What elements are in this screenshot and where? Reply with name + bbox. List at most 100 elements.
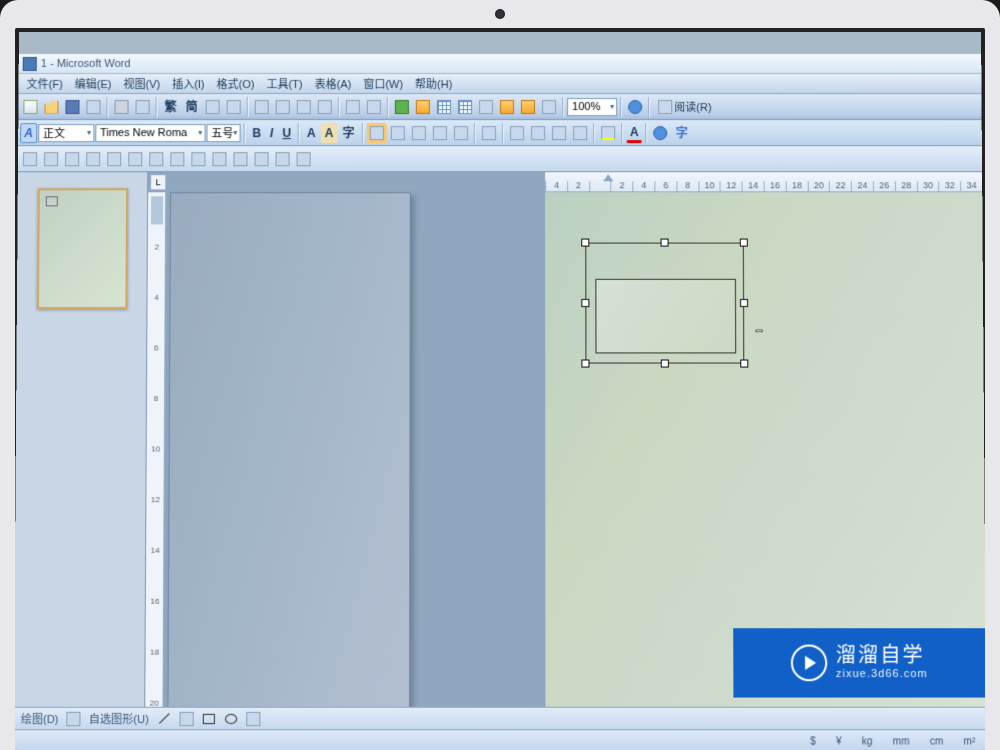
more-contrast-button[interactable] — [62, 149, 82, 169]
tc-button[interactable]: 繁 — [161, 97, 181, 117]
menu-tools[interactable]: 工具(T) — [260, 74, 308, 94]
hyperlink-button[interactable] — [392, 97, 412, 117]
align-right-button[interactable] — [409, 123, 429, 143]
menu-window[interactable]: 窗口(W) — [357, 74, 409, 94]
highlight-button[interactable] — [598, 123, 618, 143]
print-button[interactable] — [111, 97, 131, 117]
less-bright-button[interactable] — [125, 149, 145, 169]
phonetic-button[interactable]: 字 — [672, 123, 692, 143]
permission-button[interactable] — [83, 97, 103, 117]
tab-selector[interactable]: L — [150, 174, 166, 190]
menu-edit[interactable]: 编辑(E) — [69, 74, 118, 94]
crop-button[interactable] — [146, 149, 166, 169]
bold-button[interactable]: B — [248, 123, 265, 143]
compress-button[interactable] — [209, 149, 229, 169]
line-button[interactable] — [154, 708, 174, 728]
transparent-button[interactable] — [273, 149, 293, 169]
line-style-button[interactable] — [188, 149, 208, 169]
numbering-button[interactable] — [507, 123, 527, 143]
align-distribute-button[interactable] — [451, 123, 471, 143]
rectangle-button[interactable] — [198, 708, 218, 728]
resize-handle-b[interactable] — [661, 359, 669, 367]
redo-button[interactable] — [364, 97, 384, 117]
outdent-button[interactable] — [549, 123, 569, 143]
oval-button[interactable] — [221, 708, 241, 728]
draw-menu[interactable]: 绘图(D) — [18, 710, 62, 726]
more-bright-button[interactable] — [104, 149, 124, 169]
textbox-button[interactable] — [243, 708, 263, 728]
asian-layout-button[interactable] — [651, 123, 671, 143]
underline-button[interactable]: U — [278, 123, 295, 143]
zoom-combo[interactable]: 100% — [567, 98, 617, 116]
resize-handle-bl[interactable] — [581, 359, 589, 367]
formatpainter-button[interactable] — [315, 97, 335, 117]
selected-shape-group[interactable]: ⇔ — [585, 243, 744, 364]
page-thumbnail-1[interactable] — [36, 188, 127, 309]
tables-borders-button[interactable] — [413, 97, 433, 117]
insert-excel-button[interactable] — [455, 97, 475, 117]
color-button[interactable] — [41, 149, 61, 169]
resize-handle-br[interactable] — [740, 359, 748, 367]
spelling-button[interactable] — [203, 97, 223, 117]
indent-button[interactable] — [570, 123, 590, 143]
size-combo[interactable]: 五号 — [206, 124, 240, 142]
columns-button[interactable] — [476, 97, 496, 117]
showmarks-button[interactable] — [539, 97, 559, 117]
font-combo[interactable]: Times New Roma — [95, 124, 205, 142]
insert-picture-button[interactable] — [20, 149, 40, 169]
reset-button[interactable] — [294, 149, 314, 169]
rotate-left-button[interactable] — [167, 149, 187, 169]
cut-button[interactable] — [252, 97, 272, 117]
resize-handle-l[interactable] — [581, 299, 589, 307]
preview-button[interactable] — [133, 97, 153, 117]
text-wrap-button[interactable] — [230, 149, 250, 169]
style-combo[interactable]: 正文 — [38, 124, 94, 142]
horizontal-ruler[interactable]: 4 2 2 4 6 8 10 12 14 16 — [545, 172, 982, 192]
format-object-button[interactable] — [251, 149, 271, 169]
sc-button[interactable]: 简 — [182, 97, 202, 117]
vertical-ruler[interactable]: 2 4 6 8 10 12 14 16 18 20 — [145, 192, 166, 750]
research-button[interactable] — [224, 97, 244, 117]
print-layout-page[interactable] — [167, 192, 411, 750]
autoshapes-menu[interactable]: 自选图形(U) — [86, 710, 152, 726]
menu-help[interactable]: 帮助(H) — [409, 74, 458, 94]
font-color-button[interactable]: A — [626, 123, 643, 143]
copy-button[interactable] — [273, 97, 293, 117]
bullets-button[interactable] — [528, 123, 548, 143]
resize-handle-tl[interactable] — [581, 239, 589, 247]
menu-format[interactable]: 格式(O) — [210, 74, 260, 94]
docmap-button[interactable] — [518, 97, 538, 117]
resize-handle-t[interactable] — [661, 239, 669, 247]
read-button[interactable]: 阅读(R) — [653, 97, 716, 117]
paste-button[interactable] — [294, 97, 314, 117]
help-button[interactable] — [625, 97, 645, 117]
line-spacing-button[interactable] — [479, 123, 499, 143]
less-contrast-button[interactable] — [83, 149, 103, 169]
undo-button[interactable] — [343, 97, 363, 117]
new-button[interactable] — [20, 97, 40, 117]
arrow-button[interactable] — [176, 708, 196, 728]
ruler-h-tick: 2 — [567, 181, 589, 191]
char-shading-button[interactable]: A — [321, 123, 338, 143]
resize-handle-tr[interactable] — [740, 239, 748, 247]
styles-button[interactable]: A — [20, 123, 37, 143]
menu-file[interactable]: 文件(F) — [21, 74, 69, 94]
align-center-button[interactable] — [388, 123, 408, 143]
italic-button[interactable]: I — [266, 123, 277, 143]
menu-insert[interactable]: 插入(I) — [166, 74, 211, 94]
resize-handle-r[interactable] — [740, 299, 748, 307]
open-button[interactable] — [41, 97, 61, 117]
menu-table[interactable]: 表格(A) — [309, 74, 358, 94]
align-justify-button[interactable] — [430, 123, 450, 143]
rectangle-shape[interactable] — [595, 279, 736, 354]
char-scale-button[interactable]: 字 — [338, 123, 358, 143]
char-border-button[interactable]: A — [303, 123, 320, 143]
drawing-button[interactable] — [497, 97, 517, 117]
insert-table-button[interactable] — [434, 97, 454, 117]
save-button[interactable] — [62, 97, 82, 117]
select-objects-button[interactable] — [64, 708, 84, 728]
ruler-h-tick: 2 — [611, 181, 633, 191]
align-left-button[interactable] — [366, 123, 386, 143]
indent-marker[interactable] — [603, 174, 613, 181]
menu-view[interactable]: 视图(V) — [117, 74, 166, 94]
